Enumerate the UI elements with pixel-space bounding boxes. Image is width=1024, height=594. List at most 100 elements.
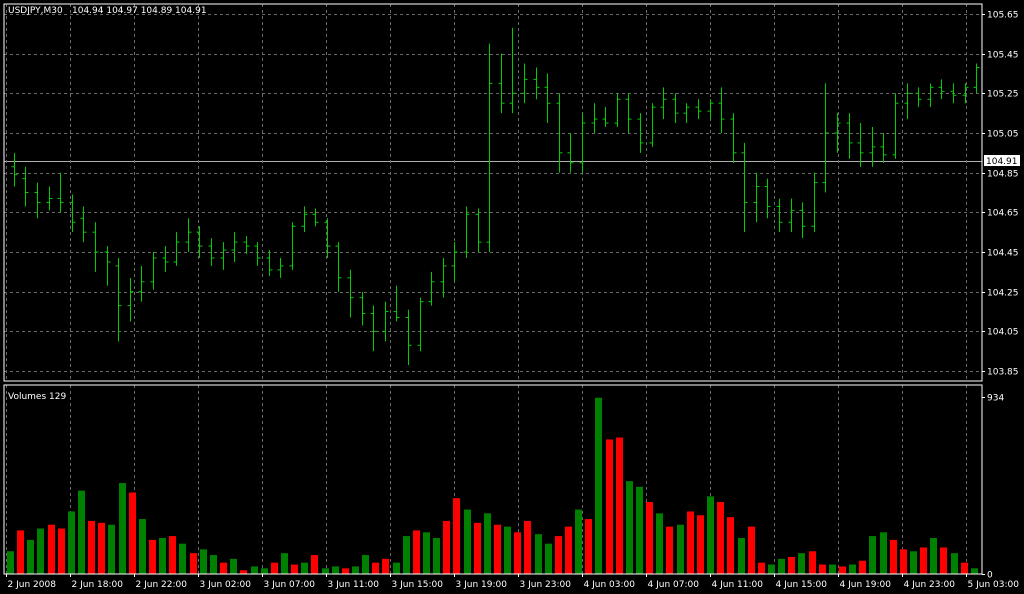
volume-bar [78,490,85,574]
volume-bar [48,524,55,574]
volume-bar [423,532,430,574]
volume-bar [758,562,765,574]
ohlc-bar [104,246,111,286]
volume-bar [849,564,856,574]
ohlc-bar [277,257,284,278]
volume-bar [119,483,126,574]
ohlc-bar [834,113,841,153]
ohlc-bar [950,83,957,104]
price-tick-label: 104.85 [987,170,1019,180]
volume-bar [687,511,694,574]
ohlc-bar [533,67,540,100]
ohlc-bar [718,87,725,133]
ohlc-bar [892,93,899,159]
time-tick-label: 4 Jun 03:00 [584,580,636,590]
ohlc-bar [301,206,308,233]
volume-bar [240,570,247,574]
volume-bar [666,526,673,574]
volume-bar [474,522,481,574]
volume-bar [646,501,653,574]
volume-bar [352,566,359,574]
ohlc-bar [486,43,493,253]
volume-bar [68,511,75,574]
ohlc-bar [544,73,551,124]
ohlc-bar [811,172,818,233]
time-tick-label: 4 Jun 11:00 [712,580,764,590]
volume-bar [464,509,471,574]
ohlc-bar [857,123,864,167]
ohlc-bar [614,93,621,128]
volume-bar [829,564,836,574]
time-tick-label: 4 Jun 19:00 [840,580,892,590]
ohlc-bar [428,271,435,306]
volume-bar [717,501,724,574]
volume-bar [443,520,450,574]
volume-bar [58,528,65,574]
time-tick-label: 3 Jun 19:00 [456,580,508,590]
volume-bar [677,524,684,574]
volume-bar [494,524,501,574]
volume-bar [819,564,826,574]
volume-bar [220,562,227,574]
volume-bar [616,437,623,574]
volume-bar [595,397,602,574]
ohlc-bar [938,79,945,100]
volume-bar [910,551,917,574]
volume-bar [869,536,876,574]
volume-bar [514,532,521,574]
ohlc-bar [220,242,227,270]
ohlc-bar [753,172,760,223]
chart-canvas: 105.65 105.45 105.25 105.05 104.85 104.65 104.… [3,3,1020,590]
ohlc-bar [127,277,134,322]
ohlc-bar [660,87,667,120]
price-title: USDJPY,M30 [8,6,63,16]
ohlc-bar [799,202,806,239]
ohlc-bar [243,236,250,255]
ohlc-bar [927,83,934,108]
volume-bar [839,566,846,574]
volume-bar [433,537,440,574]
volume-bar [585,519,592,574]
ohlc-bar [730,113,737,163]
ohlc-bar [440,257,447,298]
volume-bar [636,486,643,574]
price-bars [11,27,980,366]
volume-bar [920,547,927,574]
volume-bar [261,568,268,574]
ohlc-bar [521,63,528,104]
ohlc-bar [185,218,192,253]
ohlc-bar [707,99,714,120]
current-price-label: 104.91 [986,157,1018,167]
volume-bar [951,553,958,574]
volume-bars [7,397,978,574]
ohlc-bar [741,142,748,233]
ohlc-bar [347,269,354,318]
time-tick-label: 4 Jun 07:00 [648,580,700,590]
ohlc-bar [556,93,563,173]
volume-bar [169,536,176,574]
ohlc-bar [880,132,887,163]
volume-bar [98,522,105,574]
ohlc-bar [231,232,238,262]
volume-bar [230,558,237,574]
ohlc-bar [382,301,389,342]
volume-bar [311,555,318,574]
ohlc-bar [254,242,261,266]
ohlc-bar [80,206,87,243]
volume-bar [484,513,491,574]
time-tick-label: 4 Jun 23:00 [904,580,956,590]
time-tick-label: 4 Jun 15:00 [776,580,828,590]
ohlc-bar [962,83,969,104]
ohlc-bar [973,63,980,94]
volume-bar [322,568,329,574]
volume-tick-label: 0 [987,571,993,581]
volume-bar [190,553,197,574]
volume-bar [301,562,308,574]
ohlc-bar [405,309,412,366]
volume-bar [971,568,978,574]
ohlc-bar [915,87,922,108]
volume-bar [342,568,349,574]
ohlc-bar [46,186,53,211]
price-frame [3,3,983,382]
ohlc-bar [417,297,424,352]
